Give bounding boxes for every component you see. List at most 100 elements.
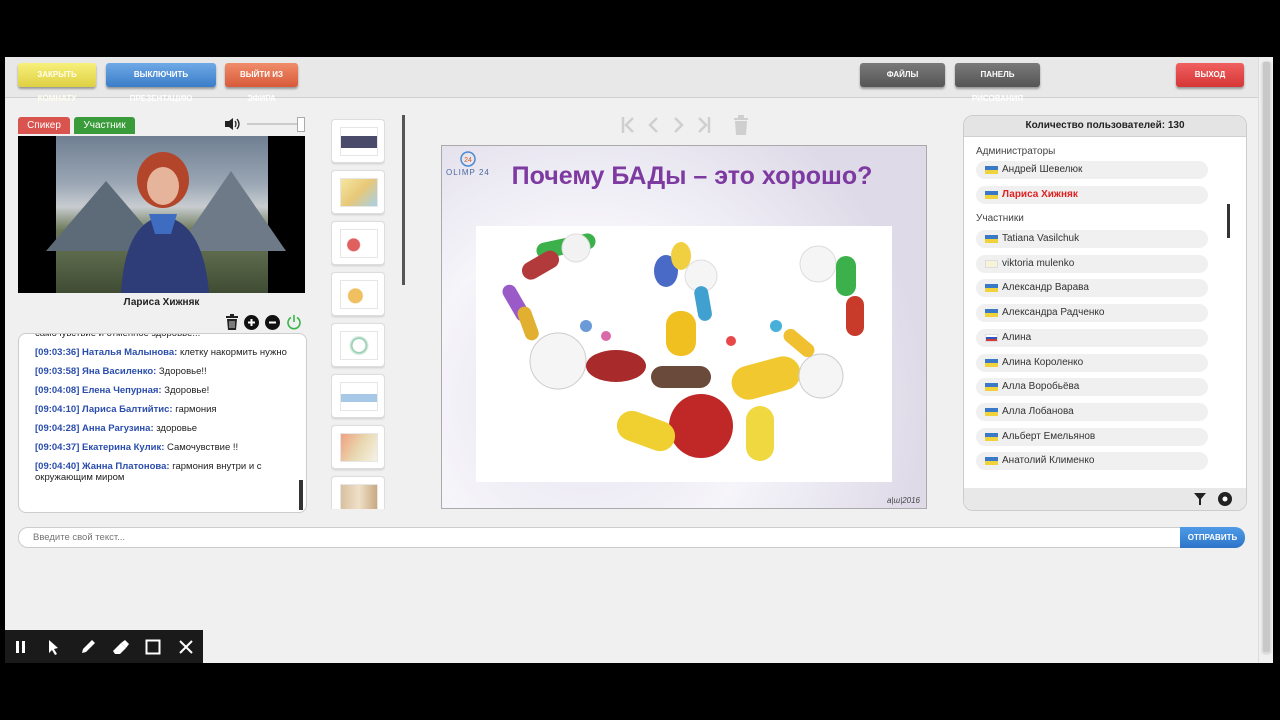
user-list-item[interactable]: Александра Радченко bbox=[976, 304, 1208, 323]
flag-icon bbox=[985, 383, 998, 392]
send-button[interactable]: ОТПРАВИТЬ bbox=[1180, 527, 1245, 548]
close-room-button[interactable]: ЗАКРЫТЬ КОМНАТУ bbox=[18, 63, 96, 103]
chat-message-author[interactable]: Наталья Малынова: bbox=[82, 347, 177, 358]
disable-presentation-button[interactable]: ВЫКЛЮЧИТЬ ПРЕЗЕНТАЦИЮ bbox=[106, 63, 216, 103]
pause-icon[interactable] bbox=[15, 640, 27, 654]
participants-heading: Участники bbox=[976, 213, 1024, 224]
user-name: Альберт Емельянов bbox=[1002, 430, 1096, 442]
user-name: Алла Воробьёва bbox=[1002, 381, 1080, 393]
slide-thumbnail[interactable] bbox=[331, 476, 385, 509]
chat-messages: самочувствие и отменное здоровье!!! [09:0… bbox=[35, 333, 292, 491]
first-slide-icon[interactable] bbox=[621, 116, 635, 134]
user-list-item[interactable]: Tatiana Vasilchuk bbox=[976, 230, 1208, 248]
slide-thumbnail[interactable] bbox=[331, 221, 385, 265]
user-list-item[interactable]: Алла Воробьёва bbox=[976, 378, 1208, 397]
message-input[interactable] bbox=[31, 531, 935, 544]
users-footer bbox=[964, 488, 1246, 510]
power-icon[interactable] bbox=[286, 314, 302, 330]
zoom-out-icon[interactable] bbox=[265, 315, 280, 330]
user-list-item[interactable]: Алина bbox=[976, 328, 1208, 347]
chat-message: [09:04:10] Лариса Балтийтис: гармония bbox=[35, 404, 292, 415]
user-list-item[interactable]: Александр Варава bbox=[976, 279, 1208, 298]
slide-thumbnail[interactable] bbox=[331, 119, 385, 163]
flag-icon bbox=[985, 191, 998, 199]
volume-slider-handle[interactable] bbox=[297, 117, 305, 132]
volume-control[interactable] bbox=[223, 116, 307, 132]
next-slide-icon[interactable] bbox=[673, 116, 685, 134]
video-frame bbox=[46, 136, 286, 293]
drawing-panel-button[interactable]: ПАНЕЛЬ РИСОВАНИЯ bbox=[955, 63, 1040, 103]
flag-icon bbox=[985, 284, 998, 293]
close-icon[interactable] bbox=[179, 640, 193, 654]
chat-message: самочувствие и отменное здоровье!!! bbox=[35, 333, 292, 339]
user-name: Лариса Хижняк bbox=[1002, 189, 1078, 200]
slide-thumbnail[interactable] bbox=[331, 425, 385, 469]
chat-message-author[interactable]: Екатерина Кулик: bbox=[82, 442, 164, 453]
rectangle-icon[interactable] bbox=[145, 639, 161, 655]
slide-logo-text: OLIMP 24 bbox=[446, 168, 490, 177]
top-toolbar: ЗАКРЫТЬ КОМНАТУ ВЫКЛЮЧИТЬ ПРЕЗЕНТАЦИЮ ВЫ… bbox=[5, 57, 1258, 103]
exit-button[interactable]: ВЫХОД bbox=[1176, 63, 1244, 87]
slide-thumbnail[interactable] bbox=[331, 170, 385, 214]
tab-speaker[interactable]: Спикер bbox=[18, 117, 70, 134]
chat-message-text: Здоровье!! bbox=[156, 366, 207, 377]
user-list-item[interactable]: Лариса Хижняк bbox=[976, 186, 1208, 204]
user-name: Алина bbox=[1002, 331, 1032, 343]
prev-slide-icon[interactable] bbox=[647, 116, 659, 134]
page-scrollbar[interactable] bbox=[1258, 57, 1273, 663]
chat-message: [09:03:36] Наталья Малынова: клетку нако… bbox=[35, 347, 292, 358]
last-slide-icon[interactable] bbox=[697, 116, 711, 134]
chat-message-text: гармония bbox=[172, 404, 217, 415]
user-list-item[interactable]: Анатолий Клименко bbox=[976, 452, 1208, 471]
user-list-item[interactable]: Андрей Шевелюк bbox=[976, 161, 1208, 179]
zoom-in-icon[interactable] bbox=[244, 315, 259, 330]
chat-panel[interactable]: самочувствие и отменное здоровье!!! [09:0… bbox=[18, 333, 307, 513]
speaker-volume-icon[interactable] bbox=[223, 116, 241, 132]
flag-icon bbox=[985, 235, 998, 243]
slide-thumbnail[interactable] bbox=[331, 374, 385, 418]
chat-message-author[interactable]: Елена Чепурная: bbox=[82, 385, 162, 396]
user-list-item[interactable]: Альберт Емельянов bbox=[976, 427, 1208, 446]
user-list-item[interactable]: Алла Лобанова bbox=[976, 402, 1208, 421]
svg-text:24: 24 bbox=[464, 157, 472, 164]
files-button[interactable]: ФАЙЛЫ bbox=[860, 63, 945, 87]
delete-slide-icon[interactable] bbox=[733, 115, 749, 135]
user-name: Алина Короленко bbox=[1002, 356, 1084, 368]
user-name: Александр Варава bbox=[1002, 282, 1089, 294]
trash-icon[interactable] bbox=[225, 314, 239, 330]
volume-slider-track[interactable] bbox=[247, 123, 299, 125]
chat-message-author[interactable]: Анна Рагузина: bbox=[82, 423, 154, 434]
chat-message-author[interactable]: Яна Василенко: bbox=[82, 366, 156, 377]
pencil-icon[interactable] bbox=[80, 639, 96, 655]
leave-broadcast-button[interactable]: ВЫЙТИ ИЗ ЭФИРА bbox=[225, 63, 298, 103]
pointer-icon[interactable] bbox=[48, 639, 60, 655]
slide-title: Почему БАДы – это хорошо? bbox=[511, 162, 873, 190]
user-name: viktoria mulenko bbox=[1002, 257, 1075, 269]
settings-icon[interactable] bbox=[1218, 492, 1232, 506]
chat-message-text: самочувствие и отменное здоровье!!! bbox=[35, 333, 201, 339]
users-scrollbar[interactable] bbox=[1227, 204, 1230, 238]
chat-message-author[interactable]: Лариса Балтийтис: bbox=[82, 404, 173, 415]
user-name: Андрей Шевелюк bbox=[1002, 164, 1083, 175]
chat-scrollbar[interactable] bbox=[299, 480, 303, 510]
chat-message-author[interactable]: Жанна Платонова: bbox=[82, 461, 170, 472]
thumbnails-scrollbar[interactable] bbox=[402, 115, 405, 285]
filter-icon[interactable] bbox=[1194, 493, 1206, 505]
user-list-item[interactable]: viktoria mulenko bbox=[976, 254, 1208, 273]
user-list-item[interactable]: Алина Короленко bbox=[976, 353, 1208, 372]
user-name: Алла Лобанова bbox=[1002, 405, 1074, 417]
chat-message-time: [09:04:40] bbox=[35, 461, 80, 472]
chat-tools bbox=[225, 314, 305, 332]
slide-thumbnails bbox=[331, 119, 385, 509]
slide-thumbnail[interactable] bbox=[331, 272, 385, 316]
flag-icon bbox=[985, 259, 998, 268]
supplements-image bbox=[476, 226, 892, 482]
eraser-icon[interactable] bbox=[112, 639, 130, 655]
chat-message-text: здоровье bbox=[153, 423, 198, 434]
user-name: Александра Радченко bbox=[1002, 307, 1105, 319]
slide-footer: а|ш|2016 bbox=[886, 496, 920, 505]
chat-message-time: [09:04:28] bbox=[35, 423, 80, 434]
tab-participant[interactable]: Участник bbox=[74, 117, 135, 134]
flag-icon bbox=[985, 457, 998, 466]
slide-thumbnail[interactable] bbox=[331, 323, 385, 367]
